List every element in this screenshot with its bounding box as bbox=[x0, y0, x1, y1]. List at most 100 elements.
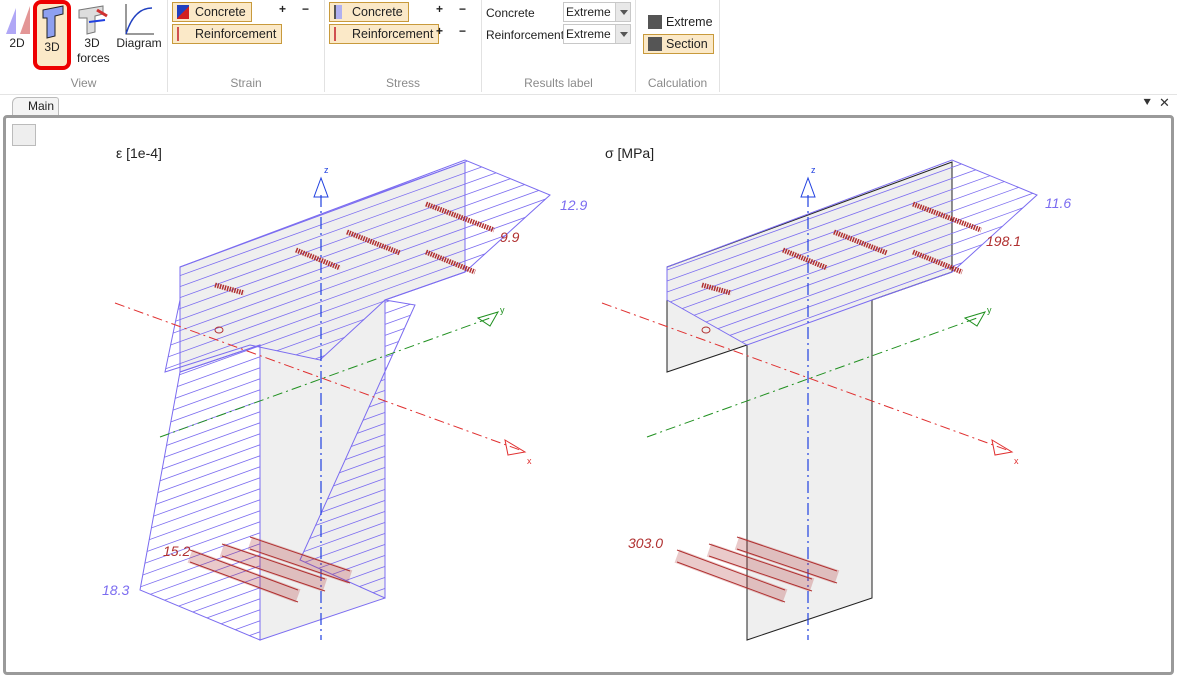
hatch-line bbox=[977, 323, 1037, 345]
hatch-line bbox=[140, 477, 260, 522]
calculator-icon bbox=[648, 37, 662, 51]
label: Reinforcement bbox=[352, 27, 434, 41]
view-3d-button[interactable]: 3D bbox=[33, 0, 71, 70]
axis-label-y: y bbox=[987, 305, 992, 315]
stress-plus-button[interactable]: + bbox=[436, 2, 443, 16]
stress-concrete-toggle[interactable]: Concrete bbox=[329, 2, 409, 22]
hatch-line bbox=[140, 576, 260, 621]
concrete-label-select[interactable]: Extreme bbox=[563, 2, 631, 22]
hatch-line bbox=[140, 378, 260, 423]
tab-main[interactable]: Main bbox=[12, 97, 59, 115]
strain-view-title: ε [1e-4] bbox=[116, 145, 162, 161]
close-icon[interactable]: ✕ bbox=[1159, 95, 1170, 111]
z-axis-arrow-icon bbox=[800, 176, 816, 198]
concrete-label: Concrete bbox=[486, 6, 535, 20]
concrete-stress-icon bbox=[334, 5, 342, 19]
calc-extreme-button[interactable]: Extreme bbox=[643, 12, 719, 32]
x-axis-arrow-icon bbox=[504, 438, 527, 456]
chevron-down-icon bbox=[615, 25, 630, 43]
strain-minus-button[interactable]: − bbox=[302, 2, 309, 16]
axis-label-z: z bbox=[324, 165, 329, 175]
group-calculation: Extreme Section Calculation bbox=[636, 0, 720, 92]
hatch-line bbox=[667, 160, 790, 205]
group-view: 2D 3D 3D forces Diagram View bbox=[0, 0, 168, 92]
hatch-line bbox=[667, 160, 729, 183]
hatch-line bbox=[145, 598, 260, 640]
group-label: Results label bbox=[524, 76, 593, 90]
hatch-line bbox=[916, 301, 1037, 345]
hatch-line bbox=[165, 160, 196, 172]
chevron-down-icon bbox=[615, 3, 630, 21]
hatch-line bbox=[492, 351, 550, 372]
label: Section bbox=[666, 37, 708, 51]
hatch-line bbox=[140, 587, 260, 632]
result-label: 9.9 bbox=[500, 229, 520, 245]
hatch-line bbox=[140, 433, 260, 478]
axis-label-y: y bbox=[500, 305, 505, 315]
axis-label-z: z bbox=[811, 165, 816, 175]
reinforcement-label-select[interactable]: Extreme bbox=[563, 24, 631, 44]
hatch-line bbox=[140, 466, 260, 511]
stress-reinforcement-toggle[interactable]: Reinforcement bbox=[329, 24, 440, 44]
result-label: 18.3 bbox=[102, 582, 129, 598]
label: 3D bbox=[44, 40, 60, 54]
stress-rebar-plus-button[interactable]: + bbox=[436, 24, 443, 38]
group-label: View bbox=[70, 76, 97, 90]
ribbon: 2D 3D 3D forces Diagram View Concrete Re… bbox=[0, 0, 1177, 95]
stress-strain-diagram-icon bbox=[125, 4, 154, 35]
hatch-line bbox=[140, 422, 260, 467]
strain-reinforcement-toggle[interactable]: Reinforcement bbox=[172, 24, 283, 44]
hatch-line bbox=[165, 160, 318, 216]
hatch-line bbox=[175, 609, 260, 640]
concrete-strain-icon bbox=[177, 5, 189, 19]
calc-section-button[interactable]: Section bbox=[643, 34, 714, 54]
result-label: 11.6 bbox=[1045, 195, 1071, 211]
hatch-line bbox=[140, 444, 260, 489]
reinforcement-label: Reinforcement bbox=[486, 28, 565, 42]
group-label: Calculation bbox=[647, 76, 708, 90]
hatch-line bbox=[667, 160, 759, 194]
stress-view: z x y bbox=[601, 159, 1038, 641]
group-label: Strain bbox=[230, 76, 262, 90]
view-diagram-button[interactable]: Diagram bbox=[114, 2, 164, 51]
2d-diagram-icon bbox=[6, 6, 30, 34]
result-label: 303.0 bbox=[628, 535, 663, 551]
label: 3D forces bbox=[77, 36, 110, 65]
z-axis-arrow-icon bbox=[313, 176, 329, 198]
hatch-line bbox=[165, 160, 227, 183]
axis-label-x: x bbox=[1014, 456, 1019, 466]
value: Extreme bbox=[566, 27, 611, 41]
group-label: Stress bbox=[385, 76, 420, 90]
label: Extreme bbox=[666, 15, 713, 29]
hatch-line bbox=[388, 588, 415, 598]
label: Diagram bbox=[116, 36, 162, 50]
3d-viewport[interactable]: z x y z x y ε [1e-4] σ [MPa] 12.9 9.9 15.2 18.3 11.6… bbox=[3, 115, 1174, 675]
hatch-line bbox=[140, 510, 260, 555]
group-results-label: Concrete Extreme Reinforcement Extreme R… bbox=[482, 0, 636, 92]
hatch-line bbox=[947, 312, 1037, 345]
hatch-line bbox=[140, 499, 260, 544]
document-tabs: Main ⯆ ✕ bbox=[0, 95, 1177, 115]
hatch-line bbox=[140, 345, 171, 357]
strain-view: z x y bbox=[114, 159, 551, 641]
hatch-line bbox=[1008, 334, 1037, 345]
view-3d-forces-button[interactable]: 3D forces bbox=[74, 2, 110, 66]
result-label: 12.9 bbox=[560, 197, 587, 213]
result-label: 198.1 bbox=[986, 233, 1021, 249]
stress-view-title: σ [MPa] bbox=[605, 145, 654, 161]
label: Concrete bbox=[352, 5, 403, 19]
stress-rebar-minus-button[interactable]: − bbox=[459, 24, 466, 38]
hatch-line bbox=[523, 362, 550, 372]
strain-concrete-toggle[interactable]: Concrete bbox=[172, 2, 252, 22]
result-label: 15.2 bbox=[163, 543, 190, 559]
label: 2D bbox=[9, 36, 25, 50]
hatch-line bbox=[140, 411, 260, 456]
3d-section-icon bbox=[42, 5, 64, 39]
tab-menu-icon[interactable]: ⯆ bbox=[1142, 95, 1152, 111]
stress-minus-button[interactable]: − bbox=[459, 2, 466, 16]
label: Concrete bbox=[195, 5, 246, 19]
strain-plus-button[interactable]: + bbox=[279, 2, 286, 16]
calculator-icon bbox=[648, 15, 662, 29]
view-2d-button[interactable]: 2D bbox=[2, 2, 32, 51]
hatch-line bbox=[140, 488, 260, 533]
